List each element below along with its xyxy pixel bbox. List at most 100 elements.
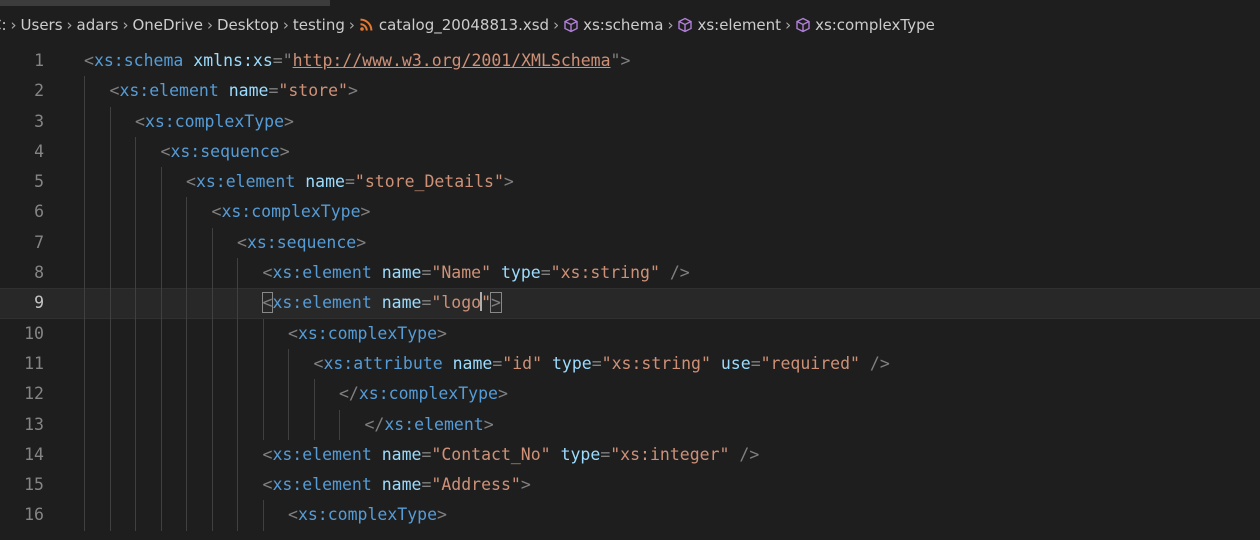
code-token: type — [551, 353, 592, 373]
breadcrumb: C: › Users › adars › OneDrive › Desktop … — [0, 6, 1260, 44]
code-token: < — [288, 323, 298, 343]
code-token: > — [360, 202, 371, 222]
code-token: xs:complexType — [297, 505, 438, 525]
code-line[interactable]: 4 <xs:sequence> — [0, 136, 1260, 168]
matched-bracket: > — [490, 292, 502, 314]
line-number: 1 — [34, 51, 44, 70]
code-token: name — [228, 81, 269, 101]
indent-guide — [262, 500, 264, 531]
breadcrumb-item-element[interactable]: xs:element — [677, 16, 781, 34]
indent-guide — [135, 288, 136, 319]
chevron-right-icon: › — [553, 16, 560, 34]
code-text: <xs:element name="Address"> — [263, 470, 531, 500]
code-text: <xs:attribute name="id" type="xs:string"… — [314, 349, 890, 379]
code-token: </ — [339, 384, 359, 404]
code-line[interactable]: 6 <xs:complexType> — [0, 197, 1260, 228]
code-token: xs:complexType — [144, 111, 285, 131]
code-token: < — [160, 141, 171, 161]
code-token: use — [720, 353, 751, 373]
code-token: < — [211, 202, 222, 222]
matched-bracket: < — [261, 292, 274, 314]
indent-guide — [186, 288, 187, 319]
code-token: < — [109, 81, 120, 101]
cube-icon — [796, 17, 810, 33]
indent-guide — [160, 470, 162, 501]
code-token: > — [437, 323, 447, 343]
breadcrumb-item-desktop[interactable]: Desktop — [217, 16, 279, 34]
code-token: > — [347, 81, 358, 101]
breadcrumb-item-complextype[interactable]: xs:complexType — [795, 16, 935, 34]
indent-guide — [84, 167, 85, 198]
indent-guide — [84, 197, 85, 228]
code-line[interactable]: 15 <xs:element name="Address"> — [0, 470, 1260, 501]
code-token: xs:complexType — [221, 202, 361, 222]
chevron-right-icon: › — [10, 16, 17, 34]
chevron-right-icon: › — [282, 16, 289, 34]
code-token: " — [481, 293, 492, 313]
indent-guide — [237, 439, 238, 471]
code-line[interactable]: 8 <xs:element name="Name" type="xs:string… — [0, 258, 1260, 289]
code-editor[interactable]: 1 <xs:schema xmlns:xs="http://www.w3.org/… — [0, 46, 1260, 540]
code-token: "store_Details" — [354, 172, 504, 192]
code-line[interactable]: 5 <xs:element name="store_Details"> — [0, 167, 1260, 198]
indent-guide — [262, 348, 264, 380]
code-token: < — [262, 475, 273, 495]
code-token: xs:sequence — [170, 141, 280, 161]
indent-guide — [84, 379, 85, 410]
code-text: <xs:sequence> — [161, 137, 290, 167]
cube-icon — [564, 17, 578, 33]
indent-guide — [211, 439, 213, 471]
indent-guide — [135, 197, 136, 228]
code-text: <xs:complexType> — [288, 500, 447, 530]
code-token: xs:element — [272, 293, 372, 313]
indent-guide — [186, 409, 187, 440]
code-token: = — [591, 353, 602, 373]
breadcrumb-item-file[interactable]: catalog_20048813.xsd — [359, 16, 549, 34]
code-line[interactable]: 7 <xs:sequence> — [0, 227, 1260, 259]
code-line[interactable]: 9 <xs:element name="logo"> — [0, 288, 1260, 319]
code-line[interactable]: 2 <xs:element name="store"> — [0, 76, 1260, 107]
code-line[interactable]: 10 <xs:complexType> — [0, 318, 1260, 349]
code-token: < — [237, 232, 247, 252]
breadcrumb-item-drive[interactable]: C: — [0, 16, 7, 34]
indent-guide — [160, 318, 162, 349]
indent-guide — [237, 318, 238, 349]
code-line[interactable]: 12 </xs:complexType> — [0, 379, 1260, 410]
indent-guide — [109, 379, 111, 410]
breadcrumb-item-users[interactable]: Users — [21, 16, 63, 34]
indent-guide — [109, 258, 111, 289]
code-token: xs:element — [272, 475, 372, 495]
code-token: name — [381, 475, 422, 495]
code-line[interactable]: 14 <xs:element name="Contact_No" type="xs… — [0, 439, 1260, 471]
code-line[interactable]: 1 <xs:schema xmlns:xs="http://www.w3.org/… — [0, 46, 1260, 76]
indent-guide — [109, 167, 111, 198]
breadcrumb-item-onedrive[interactable]: OneDrive — [132, 16, 203, 34]
line-number: 13 — [24, 414, 44, 434]
breadcrumb-item-testing[interactable]: testing — [293, 16, 345, 34]
indent-guide — [262, 379, 264, 410]
code-token: "Address" — [431, 475, 521, 495]
indent-guide — [160, 500, 162, 531]
indent-guide — [160, 409, 162, 440]
code-line[interactable]: 16 <xs:complexType> — [0, 500, 1260, 531]
indent-guide — [109, 106, 111, 137]
code-line[interactable]: 13 </xs:element> — [0, 409, 1260, 440]
breadcrumb-item-adars[interactable]: adars — [77, 16, 119, 34]
indent-guide — [313, 409, 315, 440]
indent-guide — [313, 379, 315, 410]
code-token: > — [483, 414, 494, 434]
chevron-right-icon: › — [122, 16, 129, 34]
indent-guide — [160, 439, 162, 471]
code-line[interactable]: 11 <xs:attribute name="id" type="xs:strin… — [0, 348, 1260, 380]
breadcrumb-item-schema[interactable]: xs:schema — [563, 16, 663, 34]
code-token: < — [186, 172, 196, 192]
chevron-right-icon: › — [785, 16, 792, 34]
code-token: xs:element — [272, 444, 372, 464]
code-line[interactable]: 3 <xs:complexType> — [0, 106, 1260, 137]
indent-guide — [109, 409, 111, 440]
code-token: > — [284, 111, 294, 131]
